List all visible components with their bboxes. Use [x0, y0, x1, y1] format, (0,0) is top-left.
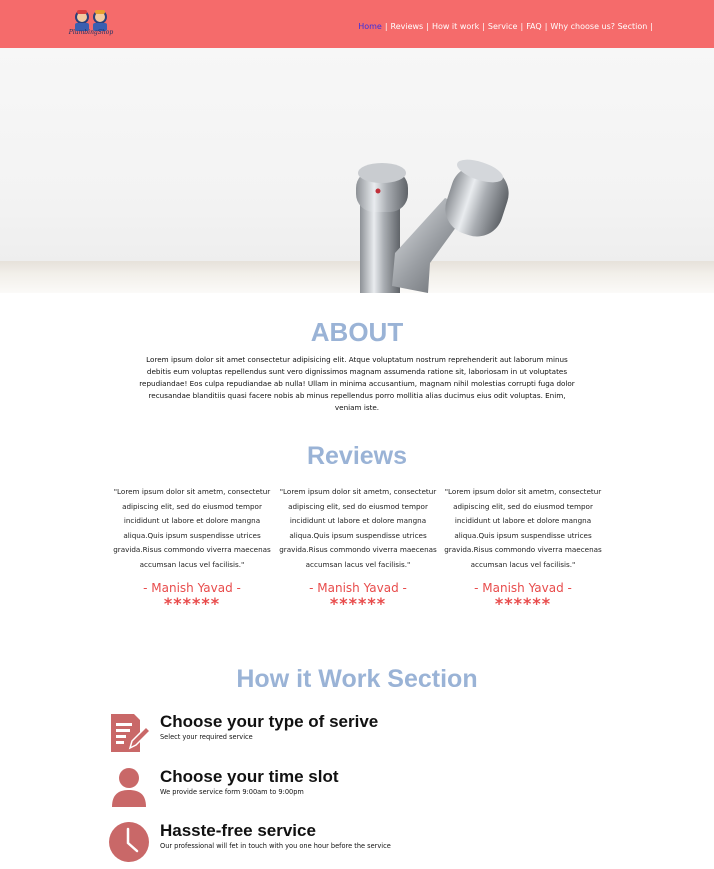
site-header: PlumbingShop Home | Reviews | How it work | Se…: [0, 0, 714, 48]
step-description: Select your required service: [160, 733, 253, 741]
step-description: Our professional will fet in touch with …: [160, 842, 391, 850]
how-step: Hasste-free service Our professional wil…: [108, 821, 558, 865]
logo-text: PlumbingShop: [68, 29, 114, 36]
about-title: ABOUT: [310, 317, 404, 347]
site-logo[interactable]: PlumbingShop: [66, 8, 116, 40]
review-quote: "Lorem ipsum dolor sit ametm, consectetu…: [444, 487, 602, 569]
nav-faq[interactable]: FAQ: [526, 22, 542, 31]
nav-why-choose-us[interactable]: Why choose us? Section: [550, 22, 647, 31]
step-title: Hasste-free service: [160, 821, 316, 840]
form-edit-icon: [111, 714, 150, 752]
step-title: Choose your type of serive: [160, 712, 379, 731]
reviews-title: Reviews: [306, 442, 408, 470]
review-card: "Lorem ipsum dolor sit ametm, consectetu…: [443, 485, 603, 613]
nav-separator: |: [384, 22, 388, 31]
nav-separator: |: [650, 22, 653, 31]
how-step: Choose your type of serive Select your r…: [108, 712, 558, 756]
nav-separator: |: [482, 22, 485, 31]
nav-how-it-work[interactable]: How it work: [432, 22, 479, 31]
clock-icon: [109, 822, 149, 862]
faucet-icon: [356, 159, 509, 293]
review-stars: ******: [494, 594, 552, 613]
review-card: "Lorem ipsum dolor sit ametm, consectetu…: [112, 485, 272, 613]
main-nav: Home | Reviews | How it work | Service | FAQ | Why…: [358, 22, 656, 31]
nav-reviews[interactable]: Reviews: [391, 22, 424, 31]
review-stars: ******: [329, 594, 387, 613]
review-quote: "Lorem ipsum dolor sit ametm, consectetu…: [113, 487, 271, 569]
review-author: - Manish Yavad -: [309, 581, 407, 595]
how-it-works-title: How it Work Section: [236, 665, 478, 693]
how-step: Choose your time slot We provide service…: [108, 767, 558, 811]
review-author: - Manish Yavad -: [143, 581, 241, 595]
about-text: Lorem ipsum dolor sit amet consectetur a…: [139, 355, 575, 412]
hero-image: [0, 48, 714, 293]
nav-separator: |: [544, 22, 548, 31]
user-icon: [112, 768, 146, 807]
review-quote: "Lorem ipsum dolor sit ametm, consectetu…: [279, 487, 437, 569]
nav-service[interactable]: Service: [488, 22, 518, 31]
review-card: "Lorem ipsum dolor sit ametm, consectetu…: [278, 485, 438, 613]
step-description: We provide service form 9:00am to 9:00pm: [160, 788, 304, 796]
review-stars: ******: [163, 594, 221, 613]
nav-separator: |: [426, 22, 429, 31]
nav-separator: |: [520, 22, 524, 31]
review-author: - Manish Yavad -: [474, 581, 572, 595]
step-title: Choose your time slot: [160, 767, 339, 786]
nav-home[interactable]: Home: [358, 22, 382, 31]
